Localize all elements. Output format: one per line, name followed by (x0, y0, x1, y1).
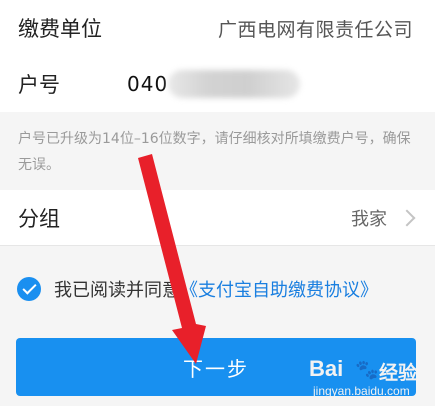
baidu-jingyan-watermark: Bai 🐾 经验 jingyan.baidu.com (309, 356, 429, 402)
account-row[interactable]: 户号 040 (0, 56, 435, 112)
group-value: 我家 (351, 208, 387, 230)
agreement-prefix: 我已阅读并同意 (54, 280, 180, 301)
payee-label: 缴费单位 (18, 17, 102, 41)
checkbox-checked-icon[interactable] (17, 277, 41, 301)
account-hint-text: 户号已升级为14位–16位数字，请仔细核对所填缴费户号，确保无误。 (0, 112, 435, 190)
chevron-right-icon (398, 209, 416, 227)
group-label: 分组 (18, 206, 60, 231)
agreement-row: 我已阅读并同意《支付宝自助缴费协议》 (0, 262, 435, 318)
watermark-cn: 经验 (379, 363, 418, 384)
group-row[interactable]: 分组 我家 (0, 190, 435, 246)
watermark-brand: Bai (309, 356, 344, 381)
agreement-text: 我已阅读并同意《支付宝自助缴费协议》 (54, 276, 378, 302)
paw-icon: 🐾 (355, 360, 379, 381)
agreement-link[interactable]: 《支付宝自助缴费协议》 (180, 280, 378, 301)
watermark-url: jingyan.baidu.com (313, 384, 410, 398)
payment-form-screen: 缴费单位 广西电网有限责任公司 户号 040 户号已升级为14位–16位数字，请… (0, 0, 435, 406)
account-label: 户号 (18, 73, 60, 97)
payee-value: 广西电网有限责任公司 (217, 18, 413, 41)
account-number-field[interactable]: 040 (127, 72, 168, 96)
payee-row[interactable]: 缴费单位 广西电网有限责任公司 (0, 0, 435, 56)
account-number-blur-mask (168, 70, 300, 98)
